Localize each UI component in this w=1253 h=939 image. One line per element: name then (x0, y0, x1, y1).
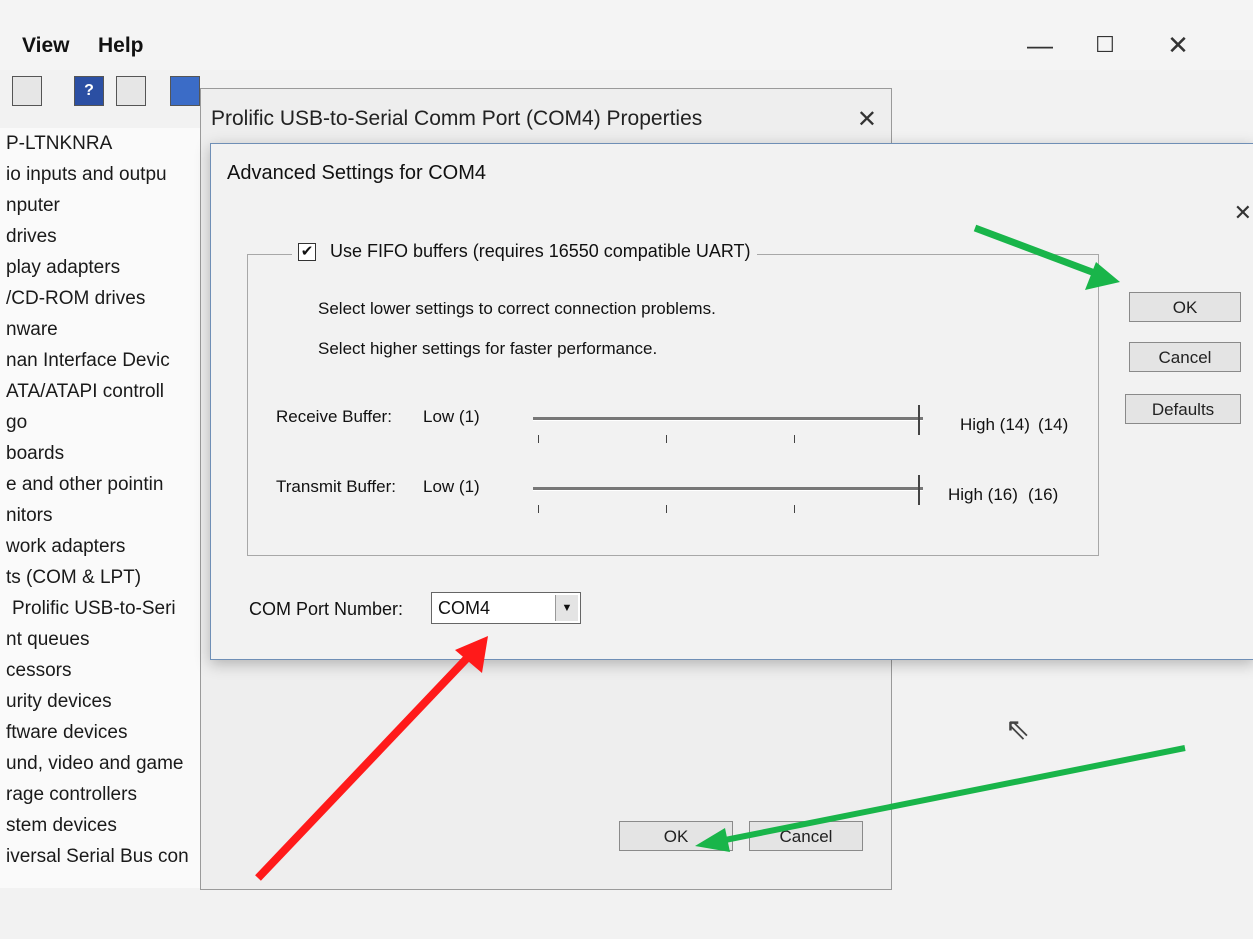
tree-item[interactable]: iversal Serial Bus con (0, 841, 205, 872)
tree-item[interactable]: go (0, 407, 205, 438)
transmit-slider-thumb[interactable] (910, 475, 920, 505)
tree-item[interactable]: work adapters (0, 531, 205, 562)
transmit-buffer-slider[interactable] (533, 487, 923, 491)
fifo-checkbox[interactable]: ✔ (298, 242, 316, 261)
receive-slider-thumb[interactable] (910, 405, 920, 435)
transmit-buffer-label: Transmit Buffer: (276, 477, 396, 496)
maximize-icon[interactable]: ☐ (1085, 30, 1125, 60)
advanced-dialog-title: Advanced Settings for COM4 (227, 162, 487, 184)
chevron-down-icon[interactable]: ▼ (555, 595, 578, 621)
tree-item[interactable]: io inputs and outpu (0, 159, 205, 190)
advanced-ok-button[interactable]: OK (1129, 292, 1241, 322)
tree-item[interactable]: nware (0, 314, 205, 345)
tick-mark (666, 505, 667, 513)
receive-high-label: High (14) (960, 415, 1030, 434)
info-higher-text: Select higher settings for faster perfor… (318, 339, 658, 358)
advanced-defaults-button[interactable]: Defaults (1125, 394, 1241, 424)
mouse-cursor-icon: ⇖ (1005, 713, 1031, 746)
tree-item[interactable]: ATA/ATAPI controll (0, 376, 205, 407)
properties-dialog-title: Prolific USB-to-Serial Comm Port (COM4) … (211, 107, 703, 130)
tree-item[interactable]: nt queues (0, 624, 205, 655)
fifo-groupbox: ✔ Use FIFO buffers (requires 16550 compa… (247, 241, 1099, 556)
tick-mark (538, 505, 539, 513)
advanced-settings-dialog: Advanced Settings for COM4 ✕ ✔ Use FIFO … (210, 143, 1253, 660)
receive-value: (14) (1038, 415, 1069, 434)
tree-item-prolific-port[interactable]: Prolific USB-to-Seri (0, 593, 205, 624)
toolbar: ? (0, 72, 200, 116)
tick-mark (538, 435, 539, 443)
com-port-value: COM4 (438, 598, 491, 618)
tree-item[interactable]: drives (0, 221, 205, 252)
tree-item[interactable]: cessors (0, 655, 205, 686)
tick-mark (666, 435, 667, 443)
tick-mark (794, 505, 795, 513)
tree-item[interactable]: ftware devices (0, 717, 205, 748)
help-icon[interactable]: ? (74, 76, 104, 106)
tree-item[interactable]: stem devices (0, 810, 205, 841)
menu-help[interactable]: Help (98, 34, 144, 58)
tree-item[interactable]: e and other pointin (0, 469, 205, 500)
close-icon[interactable]: ✕ (1234, 200, 1252, 226)
receive-low-label: Low (1) (423, 407, 480, 426)
tree-item[interactable]: boards (0, 438, 205, 469)
advanced-cancel-button[interactable]: Cancel (1129, 342, 1241, 372)
tree-item[interactable]: nitors (0, 500, 205, 531)
transmit-high-label: High (16) (948, 485, 1018, 504)
close-icon[interactable]: ✕ (857, 105, 877, 134)
menu-bar: View Help — ☐ ✕ (0, 0, 1253, 70)
monitor-icon[interactable] (170, 76, 200, 106)
tree-item[interactable]: nan Interface Devic (0, 345, 205, 376)
properties-ok-button[interactable]: OK (619, 821, 733, 851)
tree-item[interactable]: nputer (0, 190, 205, 221)
tree-item[interactable]: ts (COM & LPT) (0, 562, 205, 593)
fifo-label: Use FIFO buffers (requires 16550 compati… (330, 241, 751, 261)
com-port-select[interactable]: COM4 ▼ (431, 592, 581, 624)
tree-item[interactable]: urity devices (0, 686, 205, 717)
receive-buffer-slider[interactable] (533, 417, 923, 421)
tree-item[interactable]: und, video and game (0, 748, 205, 779)
transmit-value: (16) (1028, 485, 1059, 504)
info-lower-text: Select lower settings to correct connect… (318, 299, 716, 318)
tree-item[interactable]: rage controllers (0, 779, 205, 810)
view-icon[interactable] (116, 76, 146, 106)
minimize-icon[interactable]: — (1020, 30, 1060, 60)
receive-buffer-label: Receive Buffer: (276, 407, 392, 426)
transmit-low-label: Low (1) (423, 477, 480, 496)
tree-item[interactable]: /CD-ROM drives (0, 283, 205, 314)
properties-cancel-button[interactable]: Cancel (749, 821, 863, 851)
tree-item[interactable]: P-LTNKNRA (0, 128, 205, 159)
tick-mark (794, 435, 795, 443)
close-icon[interactable]: ✕ (1158, 30, 1198, 60)
tree-item[interactable]: play adapters (0, 252, 205, 283)
device-tree: P-LTNKNRA io inputs and outpu nputer dri… (0, 128, 205, 888)
menu-view[interactable]: View (22, 34, 69, 58)
properties-icon[interactable] (12, 76, 42, 106)
fifo-option[interactable]: ✔ Use FIFO buffers (requires 16550 compa… (292, 241, 757, 262)
com-port-label: COM Port Number: (249, 599, 404, 619)
